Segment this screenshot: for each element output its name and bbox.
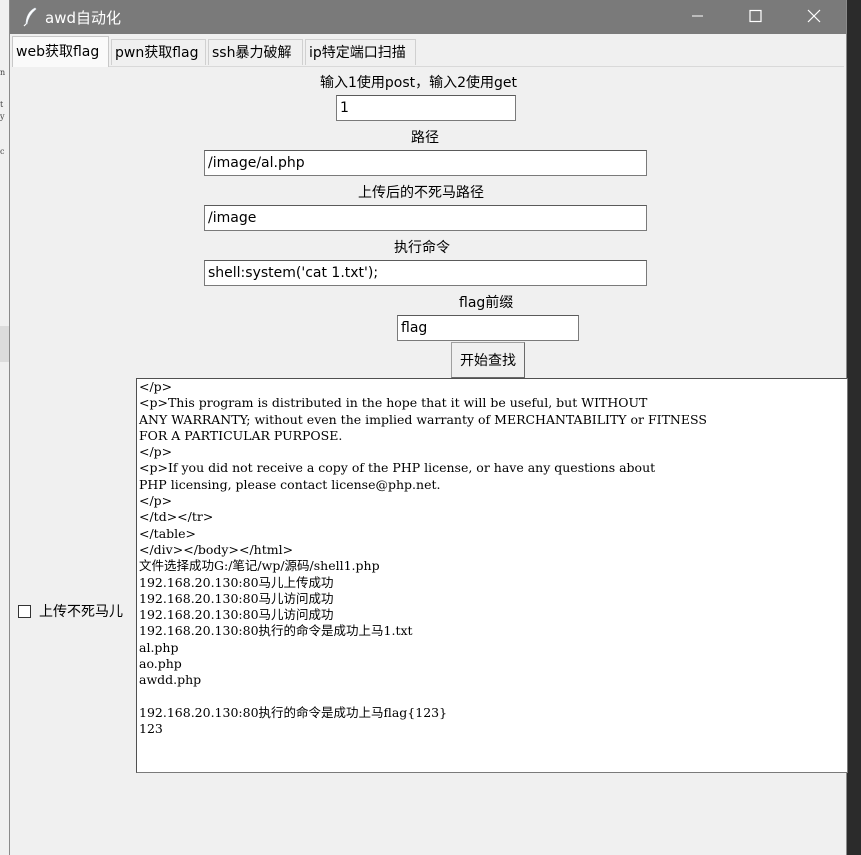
minimize-icon <box>692 15 703 17</box>
output-line: 192.168.20.130:80马儿访问成功 <box>139 607 334 623</box>
output-line: </p> <box>139 493 173 509</box>
command-input[interactable] <box>204 260 647 286</box>
background-text-fragment: y <box>0 112 5 121</box>
output-line: <p>If you did not receive a copy of the … <box>139 460 656 476</box>
output-line: 192.168.20.130:80马儿访问成功 <box>139 590 334 606</box>
output-line: </p> <box>139 379 173 394</box>
path-label: 路径 <box>411 130 439 146</box>
output-line: </td></tr> <box>139 509 214 525</box>
background-text-fragment: t <box>0 100 4 109</box>
close-icon <box>807 9 821 23</box>
close-button[interactable] <box>791 0 837 34</box>
output-line: FOR A PARTICULAR PURPOSE. <box>139 427 343 443</box>
maximize-button[interactable] <box>732 0 778 34</box>
minimize-button[interactable] <box>674 0 720 34</box>
flag-prefix-input[interactable] <box>397 315 579 341</box>
output-line: awdd.php <box>139 672 202 688</box>
method-label: 输入1使用post，输入2使用get <box>320 75 518 91</box>
flag-prefix-label: flag前缀 <box>459 295 514 311</box>
output-line: al.php <box>139 639 179 655</box>
output-line: 192.168.20.130:80执行的命令是成功上马1.txt <box>139 623 413 639</box>
checkbox-label: 上传不死马儿 <box>39 604 123 620</box>
output-line: </p> <box>139 444 173 460</box>
output-line: ao.php <box>139 656 182 672</box>
background-text-fragment: n <box>0 68 6 77</box>
output-line: 192.168.20.130:80马儿上传成功 <box>139 574 334 590</box>
start-search-button[interactable]: 开始查找 <box>451 342 525 378</box>
maximize-icon <box>749 9 762 23</box>
upload-path-label: 上传后的不死马路径 <box>358 185 484 201</box>
tab-bar: web获取flag pwn获取flag ssh暴力破解 ip特定端口扫描 <box>12 36 844 67</box>
path-input[interactable] <box>204 150 647 176</box>
output-line: 文件选择成功G:/笔记/wp/源码/shell1.php <box>139 558 380 574</box>
output-line: 192.168.20.130:80执行的命令是成功上马flag{123} <box>139 704 448 720</box>
background-text-fragment: c <box>0 147 5 156</box>
tab-web-flag[interactable]: web获取flag <box>12 36 109 67</box>
checkbox-icon[interactable] <box>18 605 31 618</box>
title-bar[interactable]: awd自动化 <box>10 0 846 34</box>
app-window: awd自动化 web获取flag pwn获取flag ssh暴力破解 ip特定端… <box>9 0 848 855</box>
output-line: </div></body></html> <box>139 541 294 557</box>
tab-pwn-flag[interactable]: pwn获取flag <box>111 39 206 65</box>
upload-path-input[interactable] <box>204 205 647 231</box>
command-label: 执行命令 <box>394 240 450 256</box>
output-line: 123 <box>139 721 163 737</box>
output-line: <p>This program is distributed in the ho… <box>139 395 648 411</box>
output-line: </table> <box>139 525 197 541</box>
tab-ssh-bruteforce[interactable]: ssh暴力破解 <box>208 39 303 65</box>
window-title: awd自动化 <box>45 9 121 27</box>
output-textbox[interactable]: </p> <p>This program is distributed in th… <box>136 378 848 773</box>
method-input[interactable] <box>336 95 516 121</box>
output-line: PHP licensing, please contact license@ph… <box>139 476 441 492</box>
tab-ip-port-scan[interactable]: ip特定端口扫描 <box>305 39 416 65</box>
feather-app-icon <box>23 7 37 27</box>
output-line: ANY WARRANTY; without even the implied w… <box>139 411 707 427</box>
